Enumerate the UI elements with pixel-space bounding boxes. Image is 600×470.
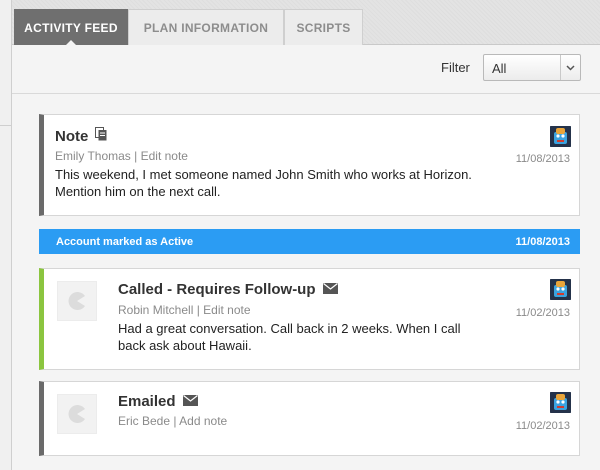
feed-item-title-text: Emailed	[118, 393, 176, 410]
edit-note-link[interactable]: Edit note	[141, 149, 188, 163]
feed-item-title-text: Called - Requires Follow-up	[118, 281, 316, 298]
tab-label: PLAN INFORMATION	[143, 20, 269, 35]
feed-item-title: Note	[55, 127, 108, 145]
meta-separator: |	[130, 149, 141, 163]
avatar[interactable]	[550, 392, 571, 413]
feed-item-date: 11/02/2013	[515, 420, 570, 432]
author-name[interactable]: Emily Thomas	[55, 149, 131, 163]
avatar[interactable]	[550, 126, 571, 147]
document-icon	[95, 127, 108, 145]
add-note-link[interactable]: Add note	[179, 414, 227, 428]
author-name[interactable]: Eric Bede	[118, 414, 170, 428]
tab-activity-feed[interactable]: ACTIVITY FEED	[14, 9, 128, 46]
feed-item-title: Emailed	[118, 393, 198, 410]
email-placeholder-icon	[57, 394, 97, 434]
tab-label: ACTIVITY FEED	[24, 20, 118, 35]
meta-separator: |	[170, 414, 180, 428]
filter-select[interactable]: All	[483, 54, 581, 81]
feed-item-meta: Emily Thomas | Edit note	[55, 149, 188, 163]
tab-label: SCRIPTS	[296, 20, 351, 35]
edit-note-link[interactable]: Edit note	[203, 303, 250, 317]
left-sidebar-strip	[0, 0, 12, 470]
tab-scripts[interactable]: SCRIPTS	[284, 9, 363, 45]
feed-item-meta: Eric Bede | Add note	[118, 414, 227, 428]
status-banner-text: Account marked as Active	[56, 236, 194, 248]
avatar[interactable]	[550, 279, 571, 300]
call-placeholder-icon	[57, 281, 97, 321]
feed-item-body: Had a great conversation. Call back in 2…	[118, 321, 461, 353]
envelope-icon	[322, 281, 338, 298]
status-banner-date: 11/08/2013	[515, 236, 570, 248]
sidebar-divider	[0, 125, 12, 126]
filter-row: Filter All	[12, 45, 600, 94]
meta-separator: |	[193, 303, 204, 317]
filter-label: Filter	[441, 60, 470, 75]
author-name[interactable]: Robin Mitchell	[118, 303, 193, 317]
filter-selected-value: All	[492, 61, 507, 76]
feed-item-meta: Robin Mitchell | Edit note	[118, 303, 251, 317]
status-banner: Account marked as Active 11/08/2013	[39, 229, 580, 254]
feed-item-note: Note Emily Thomas | Edit note This weeke…	[39, 114, 580, 216]
feed-item-title-text: Note	[55, 127, 89, 145]
envelope-icon	[182, 393, 198, 410]
feed-item-title: Called - Requires Follow-up	[118, 281, 338, 298]
feed-item-date: 11/02/2013	[515, 307, 570, 319]
feed-item-date: 11/08/2013	[515, 153, 570, 165]
feed-item-called: Called - Requires Follow-up Robin Mitche…	[39, 268, 580, 370]
feed-item-emailed: Emailed Eric Bede | Add note 11/02/2013	[39, 381, 580, 456]
tab-plan-information[interactable]: PLAN INFORMATION	[128, 9, 284, 45]
tab-bar: ACTIVITY FEED PLAN INFORMATION SCRIPTS	[12, 0, 600, 46]
chevron-down-icon	[560, 55, 580, 80]
feed-item-body: This weekend, I met someone named John S…	[55, 167, 472, 199]
